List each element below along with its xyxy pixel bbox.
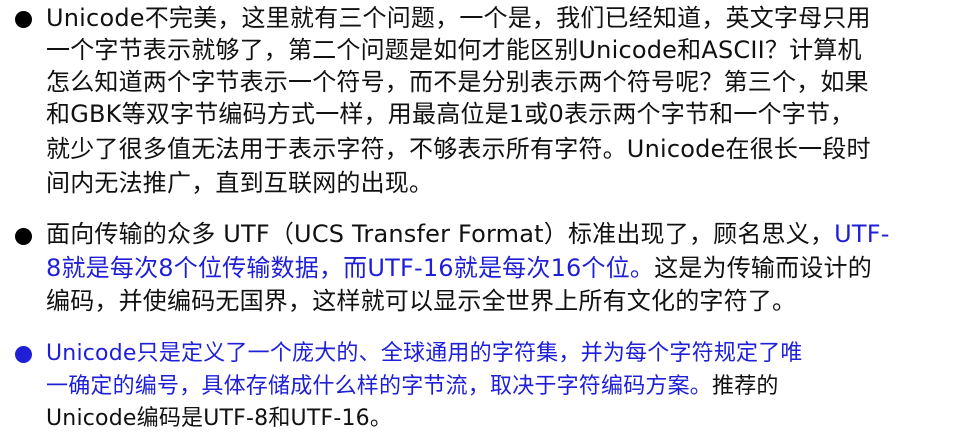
text-line: 就少了很多值无法用于表示字符，不够表示所有字符。Unicode在很长一段时	[46, 135, 871, 163]
highlight-text: UTF-	[834, 220, 890, 248]
text-line: 怎么知道两个字节表示一个符号，而不是分别表示两个符号呢？第三个，如果	[46, 68, 869, 96]
bullet-dot-icon	[15, 11, 32, 28]
text-line: 面向传输的众多 UTF（UCS Transfer Format）标准出现了，顾名…	[46, 219, 890, 249]
bullet-dot-icon	[15, 346, 32, 363]
text-line: 一个字节表示就够了，第二个问题是如何才能区别Unicode和ASCII？计算机	[46, 36, 862, 64]
highlight-text: 8就是每次8个位传输数据，而UTF-16就是每次16个位。	[46, 254, 655, 282]
text-segment: 面向传输的众多 UTF（UCS Transfer Format）标准出现了，顾名…	[46, 220, 835, 248]
bullet-dot-icon	[15, 228, 32, 245]
text-line: Unicode不完美，这里就有三个问题，一个是，我们已经知道，英文字母只用	[46, 4, 871, 32]
highlight-text: Unicode只是定义了一个庞大的、全球通用的字符集，并为每个字符规定了唯	[46, 341, 803, 366]
text-line: 间内无法推广，直到互联网的出现。	[46, 169, 434, 197]
highlight-text: 一确定的编号，具体存储成什么样的字节流，取决于字符编码方案。	[46, 374, 713, 399]
text-line: 编码，并使编码无国界，这样就可以显示全世界上所有文化的字符了。	[46, 287, 797, 315]
slide-content: Unicode不完美，这里就有三个问题，一个是，我们已经知道，英文字母只用 一个…	[0, 0, 961, 440]
text-line: 一确定的编号，具体存储成什么样的字节流，取决于字符编码方案。推荐的	[46, 372, 779, 402]
text-line: 和GBK等双字节编码方式一样，用最高位是1或0表示两个字节和一个字节，	[46, 100, 855, 128]
text-segment: 这是为传输而设计的	[654, 254, 872, 282]
text-segment: 推荐的	[712, 374, 779, 399]
text-line: 8就是每次8个位传输数据，而UTF-16就是每次16个位。这是为传输而设计的	[46, 253, 872, 283]
text-line: Unicode编码是UTF-8和UTF-16。	[46, 406, 393, 431]
